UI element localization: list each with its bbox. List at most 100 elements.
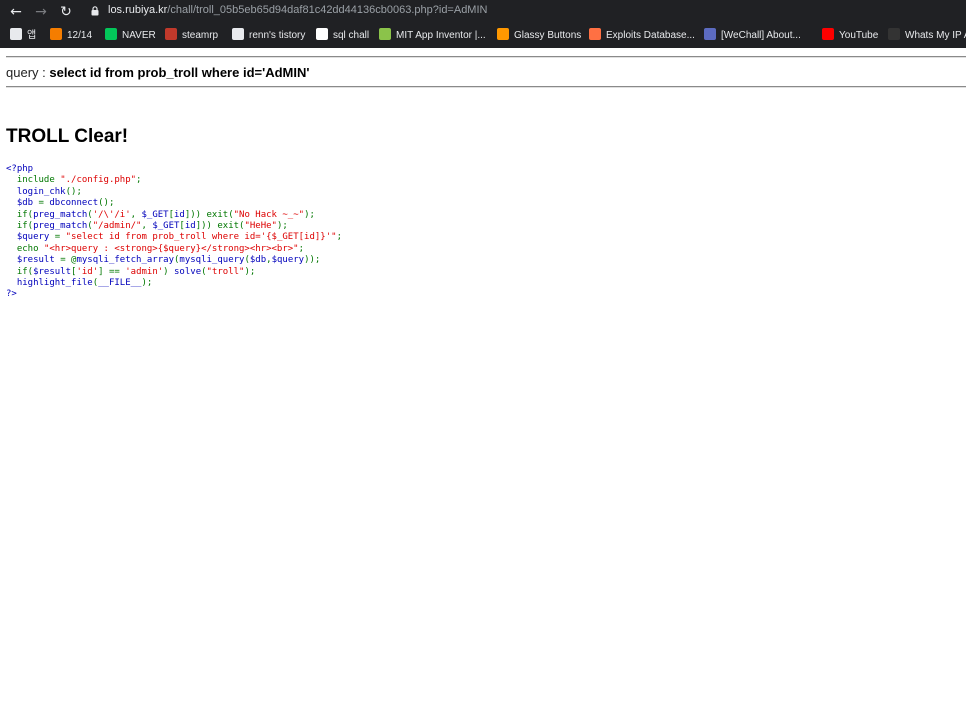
code-token: ; [298,243,305,254]
bookmark-label: [WeChall] About... [721,30,801,41]
bookmark-label: Exploits Database... [606,30,695,41]
code-token: "/admin/" [92,221,142,232]
z-icon [316,28,328,40]
steamrp-icon [165,28,177,40]
code-token: if( [6,266,34,277]
code-token: )); [304,255,321,266]
bookmark-item[interactable]: NAVER [105,28,156,44]
back-arrow-icon[interactable]: ← [6,2,26,22]
query-prefix: query : [6,65,50,80]
reload-icon[interactable]: ↻ [56,2,76,22]
code-line: if(preg_match('/\'/i', $_GET[id])) exit(… [6,210,342,221]
code-token: (); [65,186,82,197]
code-line: if(preg_match("/admin/", $_GET[id])) exi… [6,221,342,232]
code-line: ?> [6,289,342,300]
code-token: if( [6,221,34,232]
wechall-icon [704,28,716,40]
code-token: $result [33,266,72,277]
tistory-icon [232,28,244,40]
bookmark-item[interactable]: renn's tistory [232,28,305,44]
bookmark-label: 12/14 [67,30,93,41]
code-token: __FILE__ [98,278,142,289]
bookmark-item[interactable]: Glassy Buttons [497,28,581,44]
code-token: ); [304,209,315,220]
code-token: mysqli_fetch_array [76,255,174,266]
whatsmyip-icon [888,28,900,40]
code-token: $_GET [141,209,169,220]
bookmark-item[interactable]: 12/14 [50,28,92,44]
bookmark-item[interactable]: steamrp [165,28,218,44]
youtube-icon [822,28,834,40]
code-token: ); [244,266,256,277]
code-token: ; [136,175,142,186]
code-token: <?php [6,164,34,174]
divider-bottom [6,86,966,88]
bookmarks-bar: 앱 12/14 NAVER steamrp renn's tistory sql chal… [0,25,966,47]
code-token: "troll" [206,266,245,277]
code-line: login_chk(); [6,187,342,198]
forward-arrow-icon[interactable]: → [31,2,51,22]
code-token: include [6,175,61,186]
code-token: id [184,221,196,232]
url-host: los.rubiya.kr [108,4,168,16]
code-token: 'id' [76,266,99,277]
lock-icon [91,6,99,16]
code-token: echo [6,243,44,254]
code-token: $_GET [152,221,180,232]
code-line: $result = @mysqli_fetch_array(mysqli_que… [6,255,342,266]
code-line: highlight_file(__FILE__); [6,278,342,289]
code-line: $query = "select id from prob_troll wher… [6,232,342,243]
bookmark-label: NAVER [122,30,156,41]
code-token: id [174,209,185,220]
code-token: $query [271,255,305,266]
address-bar[interactable]: los.rubiya.kr/chall/troll_05b5eb65d94daf… [108,4,487,16]
code-token: , [141,221,153,232]
clear-heading: TROLL Clear! [6,126,129,147]
code-line: echo "<hr>query : <strong>{$query}</stro… [6,244,342,255]
code-token: $query [6,232,55,243]
code-token: ; [336,232,342,243]
code-token: 'admin' [125,266,164,277]
bookmark-item[interactable]: sql chall [316,28,369,44]
code-token: = @ [60,255,77,266]
code-token: $db [249,255,267,266]
php-source-code: <?php include "./config.php"; login_chk(… [6,164,342,301]
bookmark-item[interactable]: MIT App Inventor |... [379,28,486,44]
code-token: mysqli_query [179,255,245,266]
bookmark-item[interactable]: YouTube [822,28,878,44]
code-token: ); [141,278,153,289]
blogger-icon [50,28,62,40]
bookmark-label: sql chall [333,30,370,41]
bookmark-label: renn's tistory [249,30,306,41]
bookmark-label: YouTube [839,30,879,41]
code-line: include "./config.php"; [6,175,342,186]
code-token: '/\'/i' [92,209,131,220]
bookmark-label: Glassy Buttons [514,30,582,41]
code-token: ) [163,266,175,277]
query-line: query : select id from prob_troll where … [6,65,309,80]
code-token: ); [276,221,288,232]
browser-chrome: ← → ↻ los.rubiya.kr/chall/troll_05b5eb65… [0,0,966,48]
code-token: ] == [98,266,126,277]
code-token: ])) exit( [195,221,245,232]
code-token: if( [6,209,34,220]
bookmark-item[interactable]: 앱 [10,28,36,44]
code-token: "No Hack ~_~" [233,209,305,220]
bookmark-item[interactable]: Whats My IP A [888,28,966,44]
code-token: preg_match [33,209,88,220]
query-text: select id from prob_troll where id='AdMI… [49,65,310,80]
code-line: if($result['id'] == 'admin') solve("trol… [6,267,342,278]
exploit-db-icon [589,28,601,40]
code-token: , [130,209,142,220]
code-token: (); [98,198,115,209]
code-token: $result [6,255,61,266]
glassy-buttons-icon [497,28,509,40]
bookmark-item[interactable]: [WeChall] About... [704,28,801,44]
bookmark-item[interactable]: Exploits Database... [589,28,695,44]
code-token: dbconnect [49,198,99,209]
address-bar-row: ← → ↻ los.rubiya.kr/chall/troll_05b5eb65… [0,0,966,24]
divider-top [6,56,966,58]
code-token: "<hr>query : <strong>{$query}</strong><h… [43,243,299,254]
bookmark-label: 앱 [27,30,37,41]
code-token: preg_match [33,221,88,232]
